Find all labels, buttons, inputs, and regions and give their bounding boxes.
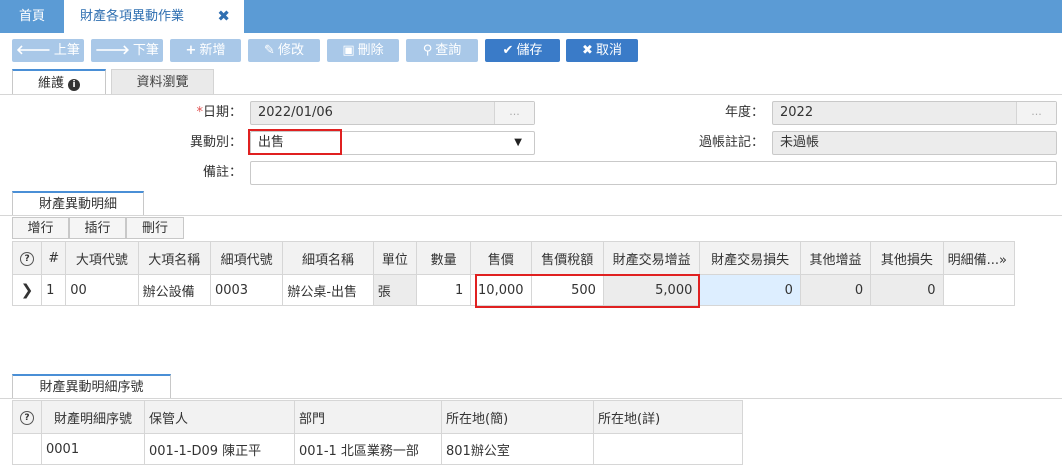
col-header[interactable]: 其他損失 xyxy=(870,241,944,275)
check-icon: ✔ xyxy=(502,43,514,58)
highlight-box xyxy=(475,274,700,308)
year-label: 年度： xyxy=(724,105,764,120)
top-tab-bar: 首頁 財產各項異動作業 ✖ xyxy=(0,0,1062,33)
next-button[interactable]: 🡒 下筆 xyxy=(91,39,163,62)
col-header[interactable]: 財產明細序號 xyxy=(41,400,145,434)
pencil-icon: ✎ xyxy=(264,43,275,58)
cell-other-gain: 0 xyxy=(799,274,872,306)
trash-icon: ▣ xyxy=(342,43,355,58)
edit-button[interactable]: ✎ 修改 xyxy=(248,39,320,62)
insert-row-button[interactable]: 插行 xyxy=(69,217,126,239)
cell-minor-code[interactable]: 0003 xyxy=(209,274,284,306)
divider xyxy=(0,94,1062,95)
arrow-left-icon: 🡐 xyxy=(16,43,51,58)
col-header[interactable]: 數量 xyxy=(415,241,472,275)
tab-browse[interactable]: 資料瀏覽 xyxy=(111,69,214,95)
arrow-right-icon: 🡒 xyxy=(95,43,130,58)
plus-icon: + xyxy=(185,43,197,58)
year-field[interactable]: 2022 ... xyxy=(772,101,1057,125)
serial-header-row: ? 財產明細序號 保管人 部門 所在地(簡) 所在地(詳) xyxy=(12,400,743,434)
cell-serial-no[interactable]: 0001 xyxy=(41,433,145,465)
serial-grid: ? 財產明細序號 保管人 部門 所在地(簡) 所在地(詳) 0001 001-1… xyxy=(12,400,743,465)
date-picker-button[interactable]: ... xyxy=(494,102,534,124)
query-button[interactable]: ⚲ 查詢 xyxy=(406,39,478,62)
year-picker-button[interactable]: ... xyxy=(1016,102,1056,124)
col-header[interactable]: 細項名稱 xyxy=(282,241,374,275)
posting-label: 過帳註記： xyxy=(698,135,764,150)
cell-custodian[interactable]: 001-1-D09 陳正平 xyxy=(144,433,295,465)
col-header[interactable]: 大項代號 xyxy=(65,241,139,275)
cell-qty[interactable]: 1 xyxy=(415,274,472,306)
cell-dept[interactable]: 001-1 北區業務一部 xyxy=(294,433,442,465)
delete-button[interactable]: ▣ 刪除 xyxy=(327,39,399,62)
cell-minor-name: 辦公桌-出售 xyxy=(282,274,374,306)
prev-button[interactable]: 🡐 上筆 xyxy=(12,39,84,62)
tab-asset-change[interactable]: 財產各項異動作業 ✖ xyxy=(64,0,244,33)
search-icon: ⚲ xyxy=(422,43,433,58)
col-header[interactable]: 其他增益 xyxy=(799,241,872,275)
cell-major-code[interactable]: 00 xyxy=(65,274,139,306)
cell-loc-detail[interactable] xyxy=(593,433,743,465)
col-header[interactable]: 大項名稱 xyxy=(137,241,211,275)
row-pointer xyxy=(12,433,42,465)
x-icon: ✖ xyxy=(582,43,593,58)
add-button[interactable]: + 新增 xyxy=(170,39,241,62)
more-icon[interactable]: » xyxy=(999,253,1007,268)
tab-asset-detail[interactable]: 財產異動明細 xyxy=(12,191,144,216)
cell-unit: 張 xyxy=(372,274,417,306)
change-type-label: 異動別： xyxy=(189,135,242,150)
close-icon[interactable]: ✖ xyxy=(217,0,230,33)
divider xyxy=(0,398,1062,399)
remark-label: 備註： xyxy=(202,165,242,180)
col-header[interactable]: 所在地(詳) xyxy=(593,400,743,434)
cell-note[interactable] xyxy=(942,274,1016,306)
cell-major-name: 辦公設備 xyxy=(137,274,211,306)
cancel-button[interactable]: ✖ 取消 xyxy=(566,39,638,62)
tab-asset-change-label: 財產各項異動作業 xyxy=(80,9,185,24)
cell-no: 1 xyxy=(41,274,67,306)
table-row[interactable]: 0001 001-1-D09 陳正平 001-1 北區業務一部 801辦公室 xyxy=(12,433,743,465)
col-header[interactable]: 細項代號 xyxy=(209,241,284,275)
cell-loss[interactable]: 0 xyxy=(699,274,801,306)
row-pointer-icon: ❯ xyxy=(11,274,43,306)
tab-maintain[interactable]: 維護 i xyxy=(12,69,106,95)
col-header-note[interactable]: 明細備...» xyxy=(942,241,1016,275)
divider xyxy=(0,215,1062,216)
date-label: *日期： xyxy=(196,105,242,120)
add-row-button[interactable]: 增行 xyxy=(12,217,69,239)
col-header[interactable]: 售價稅額 xyxy=(530,241,604,275)
tab-home[interactable]: 首頁 xyxy=(0,0,64,33)
help-icon[interactable]: ? xyxy=(11,241,43,275)
caret-down-icon: ▼ xyxy=(514,137,522,148)
highlight-box xyxy=(248,129,342,155)
info-icon: i xyxy=(68,79,80,91)
col-header: # xyxy=(41,241,67,275)
tab-asset-serial[interactable]: 財產異動明細序號 xyxy=(12,374,171,399)
remark-input[interactable] xyxy=(250,161,1057,185)
col-header[interactable]: 財產交易損失 xyxy=(699,241,801,275)
date-field[interactable]: 2022/01/06 ... xyxy=(250,101,535,125)
col-header[interactable]: 所在地(簡) xyxy=(441,400,594,434)
col-header[interactable]: 售價 xyxy=(470,241,532,275)
help-icon[interactable]: ? xyxy=(12,400,42,434)
posting-field: 未過帳 xyxy=(772,131,1057,155)
col-header[interactable]: 單位 xyxy=(372,241,417,275)
col-header[interactable]: 保管人 xyxy=(144,400,295,434)
col-header[interactable]: 財產交易增益 xyxy=(602,241,701,275)
save-button[interactable]: ✔ 儲存 xyxy=(485,39,560,62)
detail-header-row: ? # 大項代號 大項名稱 細項代號 細項名稱 單位 數量 售價 售價稅額 財產… xyxy=(11,241,1016,275)
delete-row-button[interactable]: 刪行 xyxy=(126,217,184,239)
cell-other-loss: 0 xyxy=(870,274,944,306)
col-header[interactable]: 部門 xyxy=(294,400,442,434)
cell-loc-short[interactable]: 801辦公室 xyxy=(441,433,594,465)
